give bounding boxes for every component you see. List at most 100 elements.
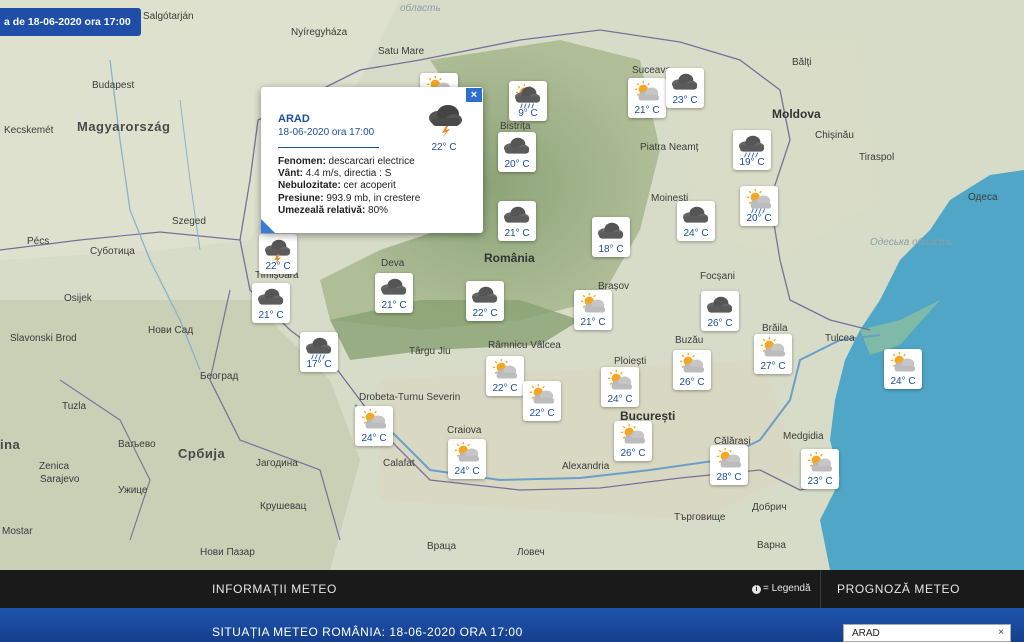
forecast-tile[interactable]: 23° C: [666, 68, 704, 108]
map-label: Търговище: [674, 512, 726, 523]
forecast-tile[interactable]: 19° C: [733, 130, 771, 170]
forecast-tile[interactable]: 21° C: [252, 283, 290, 323]
cloud-icon: [706, 296, 733, 313]
tile-temperature: 21° C: [580, 317, 606, 328]
map-label: Суботица: [90, 246, 135, 257]
info-bar: INFORMAȚII METEO i = Legendă PROGNOZĂ MET…: [0, 570, 1024, 608]
map-label: Buzău: [675, 335, 704, 346]
datetime-badge: a de 18-06-2020 ora 17:00: [0, 8, 141, 36]
map-label: Београд: [200, 371, 239, 382]
forecast-tile[interactable]: 26° C: [614, 421, 652, 461]
weather-map[interactable]: область Salgótarján Nyíregyháza Satu Mare Su…: [0, 0, 1024, 570]
map-label: Варна: [757, 540, 786, 551]
map-label: România: [484, 251, 535, 265]
map-label: Ваљево: [118, 439, 156, 450]
forecast-tile[interactable]: 24° C: [355, 406, 393, 446]
storm-rain-icon: [305, 337, 332, 360]
close-icon[interactable]: ×: [466, 88, 482, 102]
informatii-meteo-tab[interactable]: INFORMAȚII METEO: [212, 582, 337, 596]
forecast-tile[interactable]: 26° C: [673, 350, 711, 390]
forecast-tile[interactable]: 9° C: [509, 81, 547, 121]
forecast-tile[interactable]: 23° C: [801, 449, 839, 489]
sun-cloud-icon: [529, 383, 555, 404]
cloud-icon: [682, 206, 709, 223]
forecast-tile[interactable]: 24° C: [884, 349, 922, 389]
popup-corner: [261, 219, 275, 233]
map-label: Одеська область: [870, 237, 953, 248]
forecast-tile[interactable]: 24° C: [601, 367, 639, 407]
cloud-rain-snow-icon: [514, 83, 541, 109]
forecast-tile[interactable]: 24° C: [448, 439, 486, 479]
forecast-tile[interactable]: 22° C: [486, 356, 524, 396]
tile-temperature: 24° C: [361, 433, 387, 444]
sun-cloud-icon: [634, 80, 660, 101]
tile-temperature: 28° C: [716, 472, 742, 483]
city-select[interactable]: ARAD ×: [843, 624, 1011, 642]
popup-row-label: Presiune:: [278, 192, 324, 204]
forecast-tile[interactable]: 22° C: [523, 381, 561, 421]
situatia-meteo-title: SITUAȚIA METEO ROMÂNIA: 18-06-2020 ORA 1…: [212, 625, 523, 639]
cloud-icon: [671, 73, 698, 90]
forecast-tile[interactable]: 26° C: [701, 291, 739, 331]
map-label: Нови Сад: [148, 325, 194, 336]
station-popup: × ARAD 18-06-2020 ora 17:00 Fenomen: des…: [261, 87, 483, 233]
forecast-tile[interactable]: 24° C: [677, 201, 715, 241]
forecast-tile[interactable]: 21° C: [574, 290, 612, 330]
map-label: Deva: [381, 258, 405, 269]
forecast-tile[interactable]: 28° C: [710, 445, 748, 485]
sun-cloud-icon: [807, 451, 833, 472]
forecast-tile[interactable]: 20° C: [498, 132, 536, 172]
sun-cloud-icon: [454, 441, 480, 462]
tile-temperature: 22° C: [472, 308, 498, 319]
map-label: Râmnicu Vâlcea: [488, 340, 561, 351]
forecast-tile[interactable]: 17° C: [300, 332, 338, 372]
map-label: Bistrița: [500, 121, 531, 132]
map-label: Нови Пазар: [200, 547, 255, 558]
forecast-tile[interactable]: 22° C: [259, 234, 297, 274]
forecast-tile[interactable]: 22° C: [466, 281, 504, 321]
tile-temperature: 22° C: [265, 261, 291, 272]
map-label: Одеса: [968, 192, 998, 203]
tile-temperature: 23° C: [807, 476, 833, 487]
map-label: Salgótarján: [143, 11, 194, 22]
clear-icon[interactable]: ×: [998, 627, 1004, 638]
forecast-tile[interactable]: 21° C: [498, 201, 536, 241]
tile-temperature: 23° C: [672, 95, 698, 106]
storm-icon: [429, 105, 462, 137]
popup-row: Nebulozitate: cer acoperit: [278, 180, 473, 192]
popup-row-value: 4.4 m/s, directia : S: [303, 168, 392, 180]
map-label: область: [400, 3, 441, 14]
popup-row-label: Vânt:: [278, 168, 303, 180]
prognoza-meteo-tab[interactable]: PROGNOZĂ METEO: [837, 582, 960, 596]
map-label: Врaца: [427, 541, 457, 552]
tile-temperature: 26° C: [620, 448, 646, 459]
map-label: Bălți: [792, 57, 812, 68]
sun-cloud-icon: [679, 352, 705, 373]
map-label: Alexandria: [562, 461, 610, 472]
forecast-tile[interactable]: 18° C: [592, 217, 630, 257]
popup-row-label: Nebulozitate:: [278, 180, 341, 192]
cloud-icon: [257, 288, 284, 305]
sun-cloud-icon: [890, 351, 916, 372]
popup-details: Fenomen: descarcari electrice Vânt: 4.4 m…: [278, 156, 473, 217]
popup-row-value: 80%: [365, 204, 389, 216]
forecast-tile[interactable]: 21° C: [375, 273, 413, 313]
map-label: Крушевац: [260, 501, 307, 512]
tile-temperature: 21° C: [634, 105, 660, 116]
map-label: Добрич: [752, 502, 787, 513]
sun-cloud-icon: [492, 358, 518, 379]
popup-row: Fenomen: descarcari electrice: [278, 156, 473, 168]
forecast-tile[interactable]: 27° C: [754, 334, 792, 374]
tile-temperature: 26° C: [679, 377, 705, 388]
map-label: Satu Mare: [378, 46, 425, 57]
map-label: Medgidia: [783, 431, 824, 442]
forecast-tile[interactable]: 20° C: [740, 186, 778, 226]
forecast-tile[interactable]: 21° C: [628, 78, 666, 118]
city-select-value: ARAD: [852, 628, 880, 639]
map-label: Chișinău: [815, 130, 854, 141]
map-label: Calafat: [383, 458, 415, 469]
map-label: Sarajevo: [40, 474, 80, 485]
tile-temperature: 27° C: [760, 361, 786, 372]
map-label: Pécs: [27, 236, 50, 247]
legend-button[interactable]: i = Legendă: [752, 583, 811, 594]
